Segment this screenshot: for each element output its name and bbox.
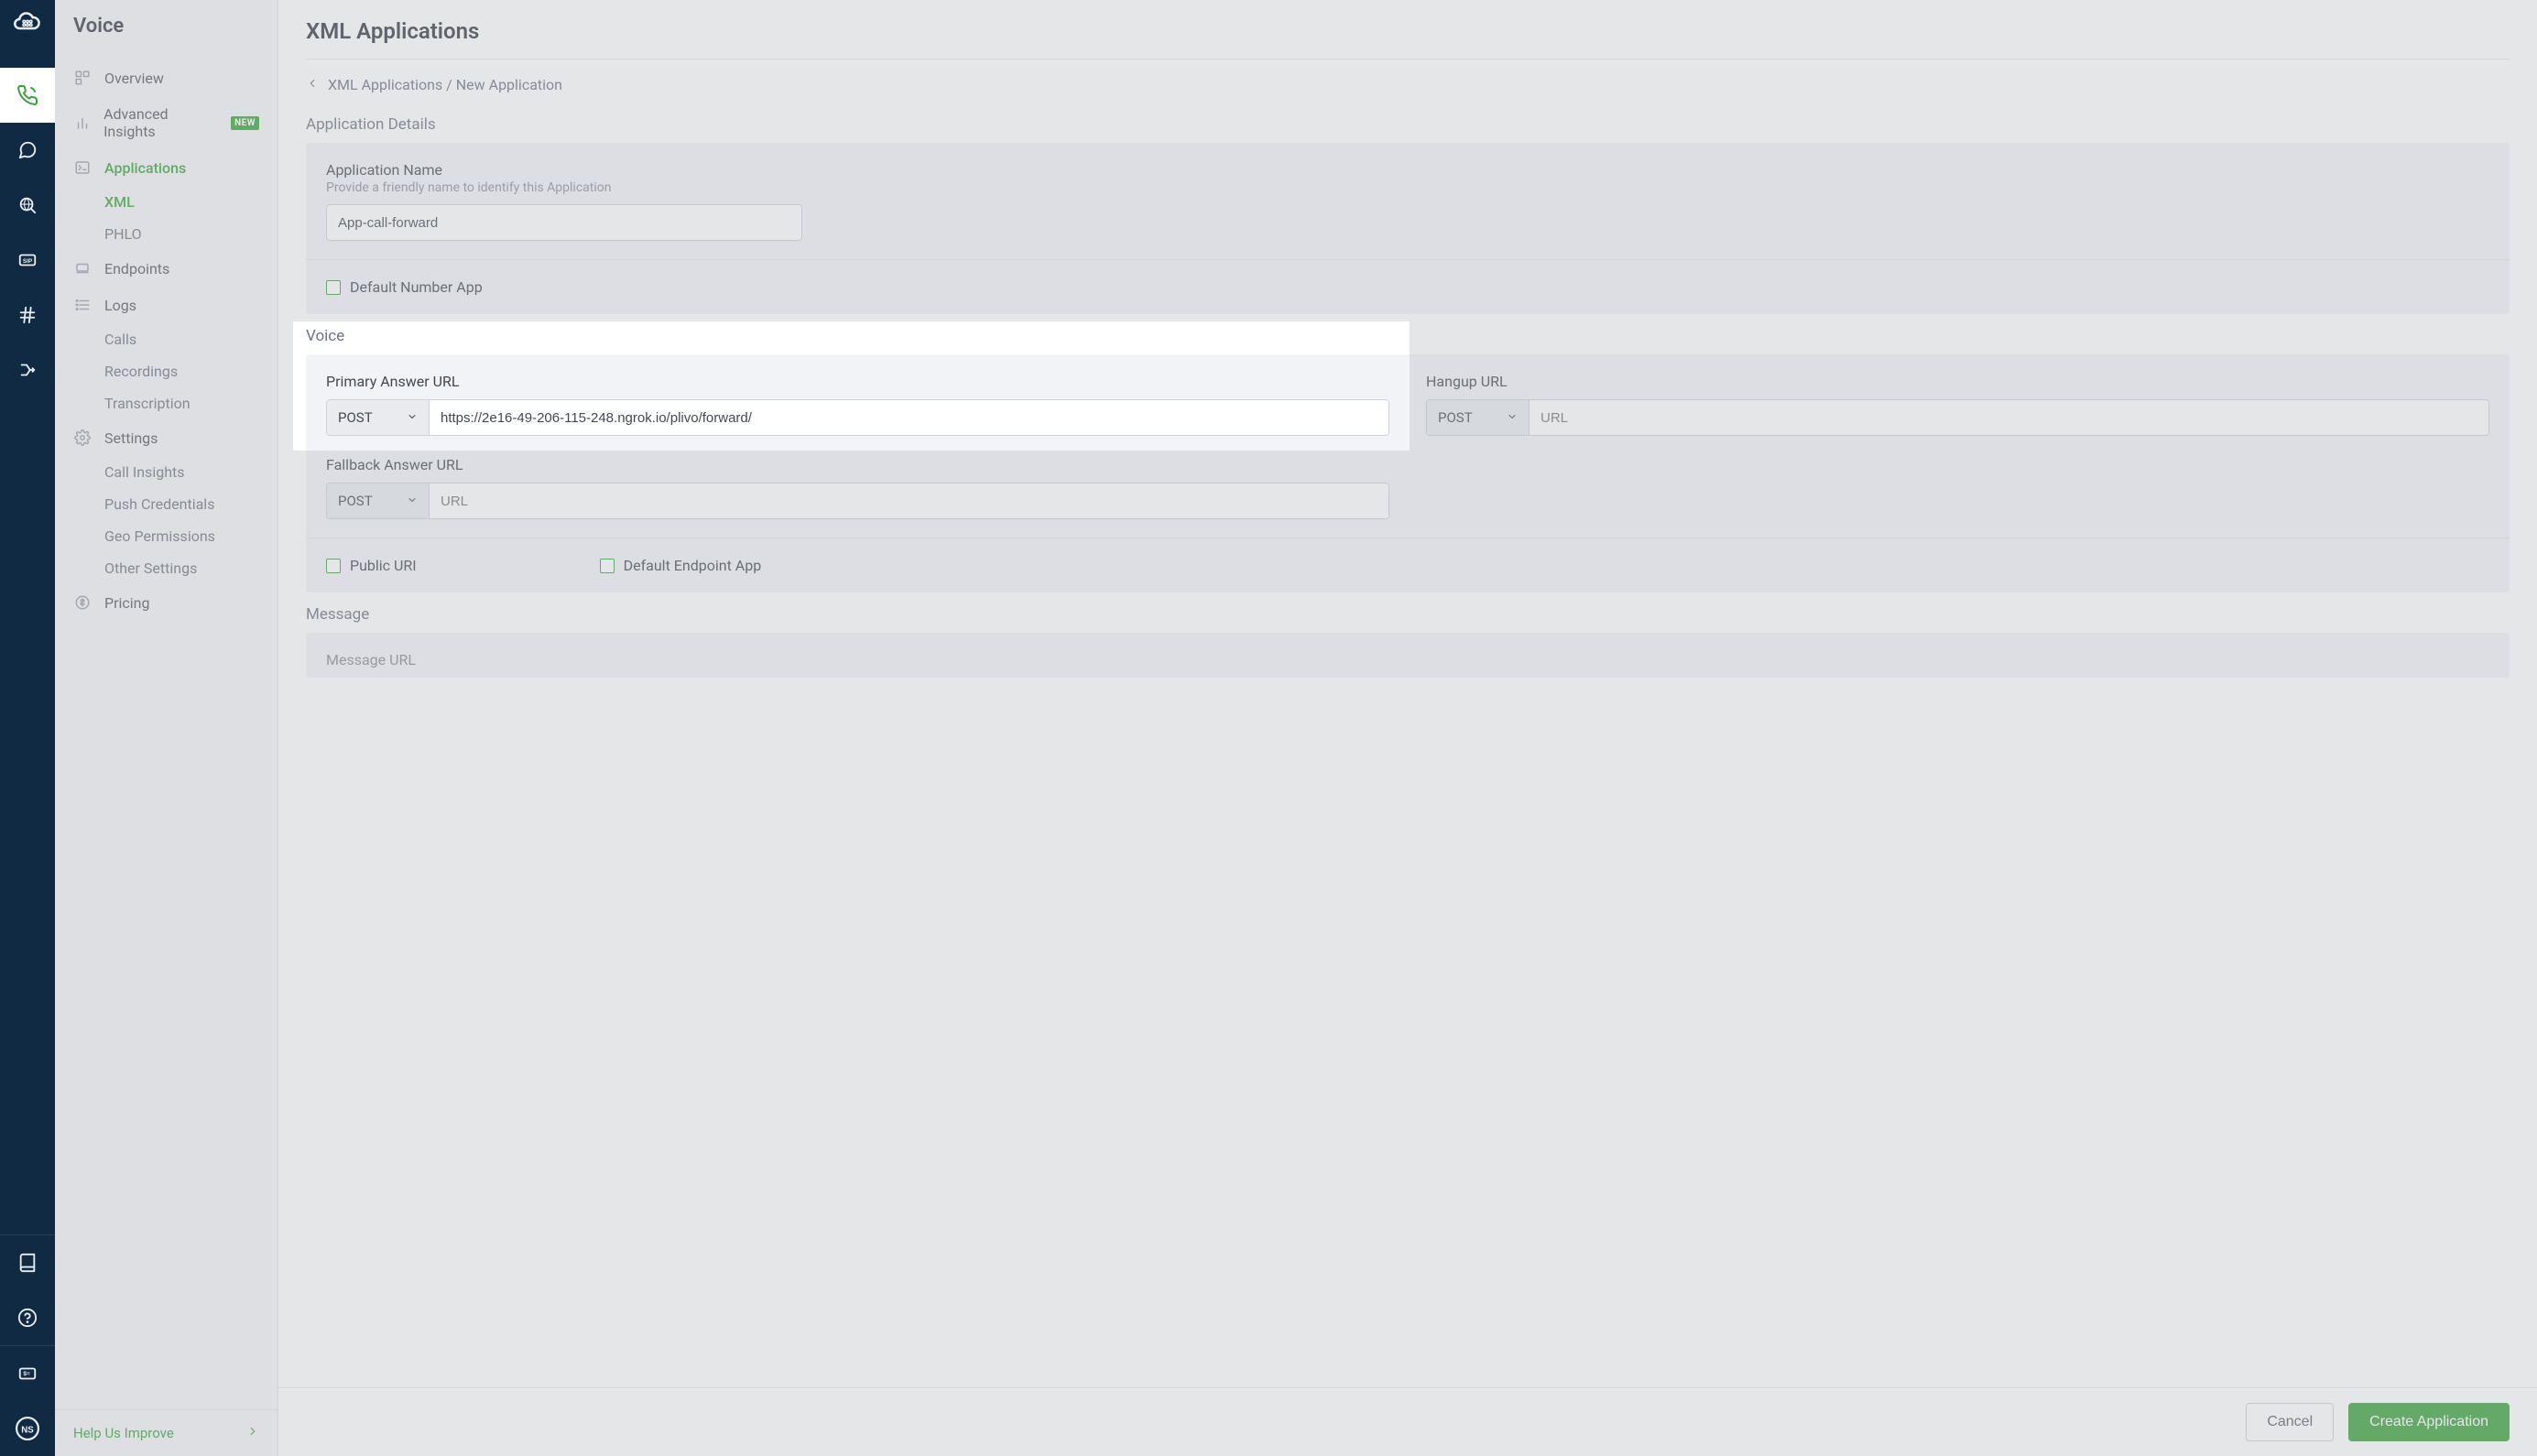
fallback-url-input[interactable] <box>430 484 1388 518</box>
primary-answer-method-select[interactable]: POST <box>327 400 430 435</box>
public-uri-checkbox[interactable] <box>326 559 341 573</box>
sidebar-sub-transcription[interactable]: Transcription <box>55 387 278 419</box>
sidebar-item-logs[interactable]: Logs <box>55 287 278 323</box>
brand-logo[interactable] <box>0 5 55 42</box>
rail-item-numbers[interactable] <box>0 288 55 342</box>
sidebar-sub-call-insights[interactable]: Call Insights <box>55 456 278 488</box>
create-application-button[interactable]: Create Application <box>2348 1403 2510 1441</box>
sidebar-item-label: Settings <box>104 429 158 447</box>
chevron-down-icon <box>407 493 418 509</box>
sidebar-item-label: Advanced Insights <box>103 105 218 140</box>
bar-chart-icon <box>73 114 91 132</box>
sidebar-title: Voice <box>55 0 278 60</box>
panel-message: Message URL <box>306 633 2510 678</box>
default-number-app-checkbox[interactable] <box>326 280 341 295</box>
cancel-button[interactable]: Cancel <box>2246 1403 2334 1441</box>
sidebar-item-pricing[interactable]: Pricing <box>55 584 278 621</box>
left-icon-rail: SIP $= NS <box>0 0 55 1456</box>
svg-text:NS: NS <box>21 1425 34 1435</box>
new-badge: NEW <box>231 116 259 130</box>
rail-item-billing[interactable]: $= <box>0 1346 55 1401</box>
sidebar: Voice Overview Advanced Insights NEW App… <box>55 0 278 1456</box>
primary-answer-url-label: Primary Answer URL <box>326 373 1389 390</box>
sidebar-item-endpoints[interactable]: Endpoints <box>55 250 278 287</box>
section-title-app-details: Application Details <box>306 115 2510 134</box>
breadcrumb: XML Applications / New Application <box>278 60 2537 103</box>
footer-bar: Cancel Create Application <box>278 1387 2537 1456</box>
hangup-url-label: Hangup URL <box>1426 373 2489 390</box>
rail-item-account[interactable]: NS <box>0 1401 55 1456</box>
fallback-method-value: POST <box>338 493 373 509</box>
hangup-method-select[interactable]: POST <box>1427 400 1530 435</box>
default-endpoint-app-label: Default Endpoint App <box>624 557 762 574</box>
sidebar-item-applications[interactable]: Applications <box>55 149 278 186</box>
sidebar-item-label: Pricing <box>104 594 150 612</box>
sidebar-item-label: Endpoints <box>104 260 169 277</box>
terminal-icon <box>73 158 92 177</box>
rail-item-sip[interactable]: SIP <box>0 233 55 288</box>
dollar-icon <box>73 593 92 612</box>
list-icon <box>73 296 92 314</box>
hangup-url-input[interactable] <box>1530 400 2488 435</box>
app-name-input[interactable] <box>326 204 802 241</box>
sidebar-item-overview[interactable]: Overview <box>55 60 278 96</box>
breadcrumb-back-icon[interactable] <box>306 76 319 93</box>
hangup-url-group: POST <box>1426 399 2489 436</box>
section-title-voice: Voice <box>306 327 2510 345</box>
rail-item-docs[interactable] <box>0 1235 55 1290</box>
rail-item-messages[interactable] <box>0 123 55 178</box>
rail-item-help[interactable] <box>0 1290 55 1345</box>
fallback-method-select[interactable]: POST <box>327 484 430 518</box>
section-title-message: Message <box>306 605 2510 624</box>
primary-answer-url-group: POST <box>326 399 1389 436</box>
sidebar-help-improve[interactable]: Help Us Improve <box>55 1409 278 1456</box>
default-endpoint-app-checkbox[interactable] <box>600 559 615 573</box>
primary-answer-method-value: POST <box>338 409 373 426</box>
message-url-label: Message URL <box>326 651 2489 668</box>
svg-text:SIP: SIP <box>23 258 33 265</box>
sidebar-item-advanced-insights[interactable]: Advanced Insights NEW <box>55 96 278 149</box>
gear-icon <box>73 429 92 447</box>
rail-item-lookup[interactable] <box>0 178 55 233</box>
sidebar-sub-xml[interactable]: XML <box>55 186 278 218</box>
panel-app-details: Application Name Provide a friendly name… <box>306 143 2510 314</box>
app-name-help: Provide a friendly name to identify this… <box>326 180 2489 195</box>
breadcrumb-text[interactable]: XML Applications / New Application <box>328 76 562 93</box>
app-name-label: Application Name <box>326 161 2489 179</box>
sidebar-item-label: Logs <box>104 297 136 314</box>
page-title: XML Applications <box>306 18 2510 44</box>
sidebar-item-label: Applications <box>104 159 186 177</box>
svg-text:$=: $= <box>23 1371 30 1377</box>
sidebar-sub-push-credentials[interactable]: Push Credentials <box>55 488 278 520</box>
sidebar-sub-phlo[interactable]: PHLO <box>55 218 278 250</box>
sidebar-footer-label: Help Us Improve <box>73 1425 174 1441</box>
sidebar-item-label: Overview <box>104 70 164 87</box>
default-number-app-label: Default Number App <box>350 278 483 296</box>
chevron-down-icon <box>407 409 418 426</box>
rail-item-voice[interactable] <box>0 68 55 123</box>
sidebar-sub-calls[interactable]: Calls <box>55 323 278 355</box>
sidebar-item-settings[interactable]: Settings <box>55 419 278 456</box>
main-header: XML Applications <box>278 0 2537 59</box>
grid-icon <box>73 69 92 87</box>
fallback-url-group: POST <box>326 483 1389 519</box>
sidebar-sub-geo-permissions[interactable]: Geo Permissions <box>55 520 278 552</box>
primary-answer-url-input[interactable] <box>430 400 1388 435</box>
sidebar-sub-recordings[interactable]: Recordings <box>55 355 278 387</box>
main-content: XML Applications XML Applications / New … <box>278 0 2537 1456</box>
panel-voice: Primary Answer URL POST Hangup URL <box>306 354 2510 592</box>
chevron-right-icon <box>246 1425 259 1441</box>
rail-item-flow[interactable] <box>0 342 55 397</box>
chevron-down-icon <box>1507 409 1518 426</box>
endpoint-icon <box>73 259 92 277</box>
public-uri-label: Public URI <box>350 557 417 574</box>
sidebar-sub-other-settings[interactable]: Other Settings <box>55 552 278 584</box>
hangup-method-value: POST <box>1438 409 1473 426</box>
fallback-answer-url-label: Fallback Answer URL <box>326 456 1389 473</box>
